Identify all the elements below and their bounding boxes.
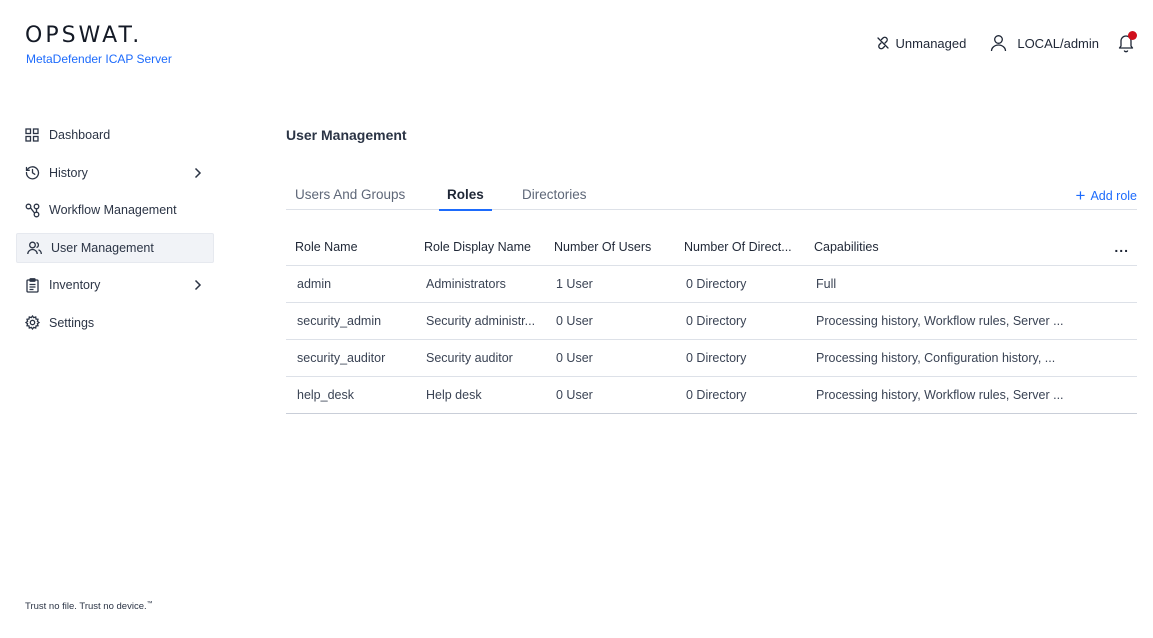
column-header-role-display-name[interactable]: Role Display Name: [416, 240, 546, 254]
cell-role-name: help_desk: [297, 388, 354, 402]
add-role-button[interactable]: + Add role: [1075, 186, 1138, 205]
sidebar-item-workflow-management[interactable]: Workflow Management: [16, 195, 214, 225]
sidebar-item-user-management[interactable]: User Management: [16, 232, 214, 263]
cell-display-name: Security auditor: [426, 351, 513, 365]
app-page: OPSWAT. MetaDefender ICAP Server Unmanag…: [0, 0, 1153, 638]
header-actions: Unmanaged LOCAL/admin: [876, 31, 1137, 54]
table-row[interactable]: help_desk Help desk 0 User 0 Directory P…: [286, 377, 1137, 414]
cell-capabilities: Processing history, Configuration histor…: [816, 351, 1056, 365]
unmanaged-status[interactable]: Unmanaged: [876, 35, 967, 51]
notifications-button[interactable]: [1117, 31, 1137, 53]
roles-table: Role Name Role Display Name Number Of Us…: [286, 228, 1137, 414]
plus-icon: +: [1075, 186, 1086, 205]
unmanaged-label: Unmanaged: [895, 35, 967, 51]
cell-display-name: Security administr...: [426, 314, 536, 328]
page-title: User Management: [286, 127, 407, 143]
tab-roles[interactable]: Roles: [439, 187, 492, 211]
column-menu-icon[interactable]: ...: [1114, 239, 1129, 255]
cell-capabilities: Processing history, Workflow rules, Serv…: [816, 388, 1064, 402]
sidebar-item-settings[interactable]: Settings: [16, 308, 214, 338]
notification-badge: [1128, 31, 1137, 40]
cell-users: 0 User: [556, 388, 593, 402]
cell-directories: 0 Directory: [686, 314, 747, 328]
chevron-right-icon[interactable]: [188, 165, 208, 181]
clipboard-icon: [24, 277, 40, 293]
sidebar-item-dashboard[interactable]: Dashboard: [16, 120, 214, 150]
cell-users: 0 User: [556, 314, 593, 328]
column-header-role-name[interactable]: Role Name: [286, 240, 416, 254]
tab-directories[interactable]: Directories: [514, 187, 595, 210]
trademark-mark: ™: [146, 601, 153, 607]
column-header-capabilities[interactable]: Capabilities: [806, 240, 1106, 254]
users-icon: [26, 240, 42, 256]
cell-display-name: Administrators: [426, 277, 506, 291]
opswat-logo[interactable]: OPSWAT.: [25, 24, 172, 48]
tagline-text: Trust no file. Trust no device.: [25, 601, 147, 613]
table-header: Role Name Role Display Name Number Of Us…: [286, 228, 1137, 266]
user-icon: [991, 35, 1007, 52]
column-header-number-of-directories[interactable]: Number Of Direct...: [676, 240, 806, 254]
sidebar-item-label: Inventory: [49, 278, 101, 292]
sidebar-item-label: Dashboard: [49, 128, 111, 142]
cell-role-name: security_auditor: [297, 351, 386, 365]
history-icon: [24, 165, 40, 181]
cell-capabilities: Processing history, Workflow rules, Serv…: [816, 314, 1064, 328]
cell-capabilities: Full: [816, 277, 837, 291]
sidebar-item-history[interactable]: History: [16, 158, 214, 188]
cell-users: 0 User: [556, 351, 593, 365]
sidebar: Dashboard History Workflow Management Us…: [16, 120, 214, 345]
table-row[interactable]: security_admin Security administr... 0 U…: [286, 303, 1137, 340]
sidebar-item-label: Workflow Management: [49, 203, 177, 217]
user-menu[interactable]: LOCAL/admin: [990, 34, 1099, 52]
cell-directories: 0 Directory: [686, 351, 747, 365]
grid-icon: [24, 127, 40, 143]
main-content: User Management Users And Groups Roles D…: [286, 120, 1137, 414]
user-name: LOCAL/admin: [1017, 35, 1099, 51]
sidebar-item-label: History: [49, 165, 88, 180]
product-name: MetaDefender ICAP Server: [26, 52, 172, 66]
table-row[interactable]: security_auditor Security auditor 0 User…: [286, 340, 1137, 377]
chevron-right-icon[interactable]: [188, 277, 208, 293]
brand: OPSWAT. MetaDefender ICAP Server: [25, 24, 172, 67]
tagline: Trust no file. Trust no device.™: [25, 601, 153, 612]
cell-role-name: security_admin: [297, 314, 382, 328]
unlink-icon: [876, 36, 889, 50]
cell-display-name: Help desk: [426, 388, 482, 402]
cell-directories: 0 Directory: [686, 277, 747, 291]
tab-bar: Users And Groups Roles Directories + Add…: [286, 184, 1138, 211]
sidebar-item-label: Settings: [49, 315, 95, 330]
sidebar-item-label: User Management: [51, 240, 154, 255]
table-row[interactable]: admin Administrators 1 User 0 Directory …: [286, 266, 1137, 303]
sidebar-item-inventory[interactable]: Inventory: [16, 270, 214, 300]
gear-icon: [24, 315, 40, 331]
tab-users-and-groups[interactable]: Users And Groups: [287, 187, 413, 210]
column-header-number-of-users[interactable]: Number Of Users: [546, 240, 676, 254]
workflow-icon: [24, 202, 40, 218]
cell-role-name: admin: [297, 277, 332, 291]
cell-directories: 0 Directory: [686, 388, 747, 402]
add-role-label: Add role: [1090, 189, 1137, 203]
cell-users: 1 User: [556, 277, 593, 291]
